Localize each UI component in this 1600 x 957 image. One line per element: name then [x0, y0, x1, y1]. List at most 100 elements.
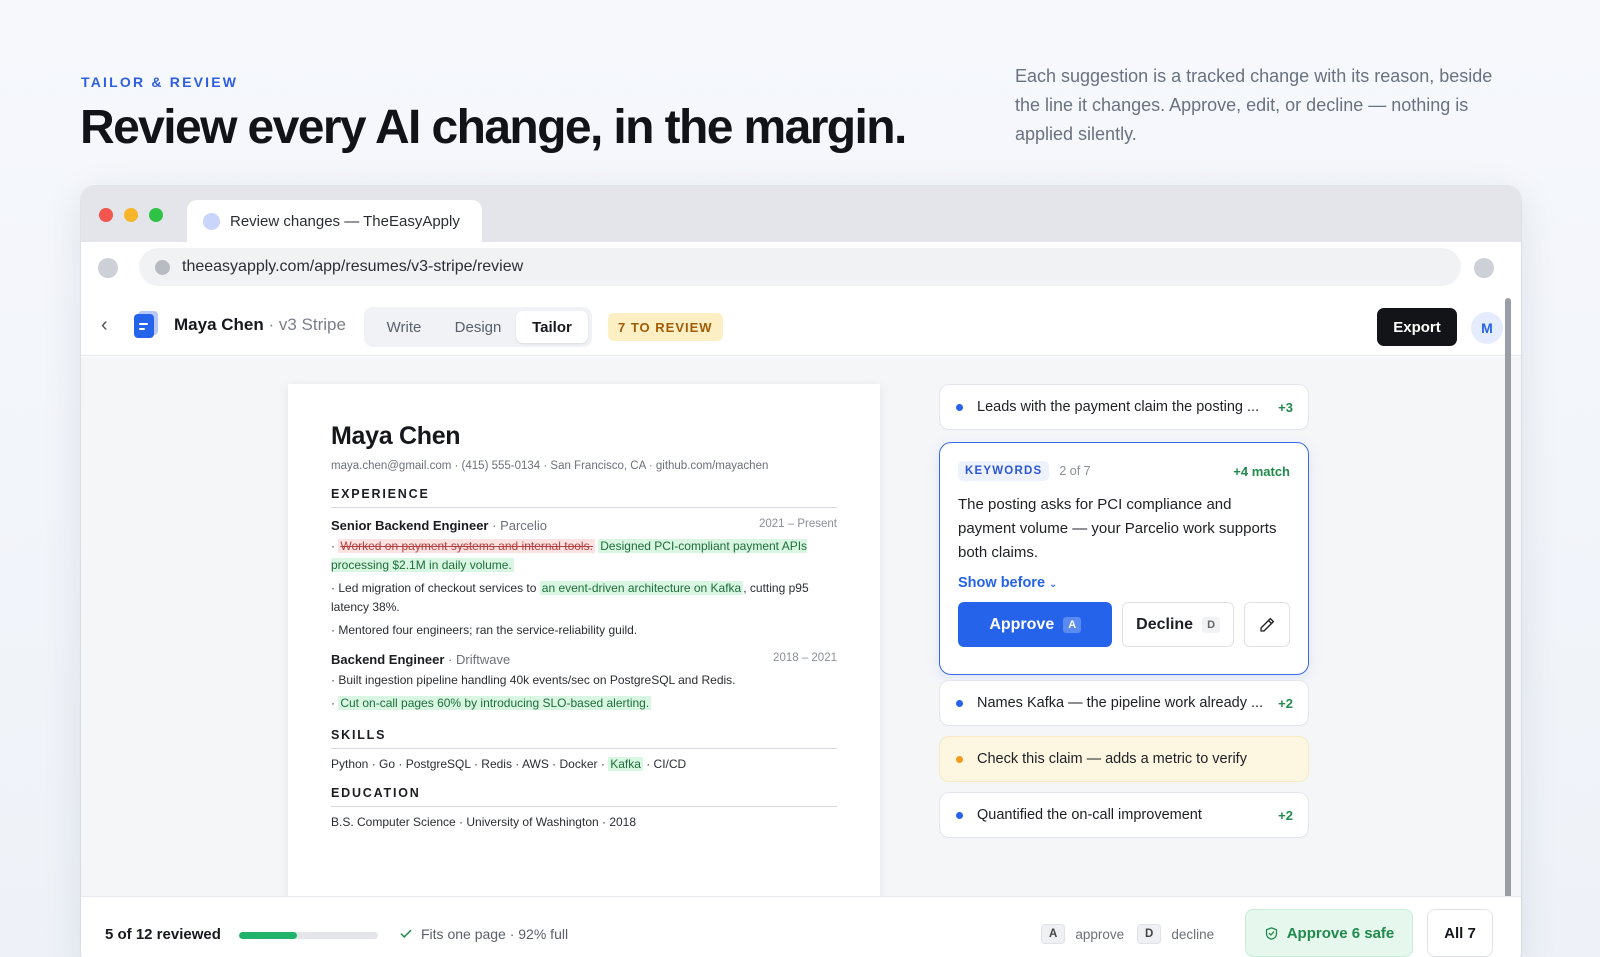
education-heading: EDUCATION	[331, 786, 837, 807]
skills-heading: SKILLS	[331, 728, 837, 749]
job-dates: 2018 – 2021	[773, 652, 837, 664]
browser-tab[interactable]: Review changes — TheEasyApply	[187, 200, 482, 242]
approve-safe-button[interactable]: Approve 6 safe	[1245, 909, 1413, 957]
approve-button[interactable]: Approve A	[958, 602, 1113, 647]
scrollbar[interactable]	[1505, 298, 1511, 946]
show-before-label: Show before	[958, 575, 1046, 591]
shortcut-key: A	[1041, 924, 1066, 944]
warning-dot	[956, 755, 963, 763]
minimize-window-icon[interactable]	[124, 208, 138, 222]
resume-bullet: · Led migration of checkout services to …	[331, 581, 809, 614]
export-button[interactable]: Export	[1377, 308, 1457, 346]
skills-text: · CI/CD	[642, 757, 687, 771]
suggestion-card[interactable]: Leads with the payment claim the posting…	[939, 384, 1309, 430]
avatar[interactable]: M	[1471, 312, 1503, 344]
suggestion-tag: KEYWORDS	[958, 461, 1050, 481]
added-text[interactable]: Cut on-call pages 60% by introducing SLO…	[338, 696, 652, 710]
suggestion-points: +2	[1278, 807, 1293, 823]
back-chevron-icon[interactable]: ‹	[101, 314, 108, 337]
approve-shortcut-hint: Aapprove	[1041, 924, 1124, 944]
document-name: Maya Chen · v3 Stripe	[174, 315, 346, 335]
mode-tabs: Write Design Tailor	[364, 307, 592, 347]
suggestion-card-warning[interactable]: Check this claim — adds a metric to veri…	[939, 736, 1309, 782]
resume-bullet: · Worked on payment systems and internal…	[331, 539, 808, 572]
bullet-text: Mentored four engineers; ran the service…	[338, 623, 638, 637]
all-suggestions-button[interactable]: All 7	[1427, 909, 1493, 957]
status-dot	[956, 811, 963, 819]
decline-label: Decline	[1136, 615, 1194, 633]
active-suggestion: KEYWORDS 2 of 7 +4 match The posting ask…	[939, 442, 1309, 675]
experience-heading: EXPERIENCE	[331, 487, 837, 508]
shortcut-key: D	[1137, 924, 1162, 944]
fit-status: Fits one page · 92% full	[399, 926, 568, 942]
status-dot	[956, 403, 963, 411]
url-text: theeasyapply.com/app/resumes/v3-stripe/r…	[182, 258, 524, 275]
review-progress	[239, 932, 378, 939]
resume-bullet: · Mentored four engineers; ran the servi…	[331, 623, 638, 637]
education-text: B.S. Computer Science · University of Wa…	[331, 815, 637, 829]
job-company: Parcelio	[500, 518, 548, 533]
suggestion-points: +2	[1278, 695, 1293, 711]
doc-version: · v3 Stripe	[263, 315, 346, 334]
tab-title: Review changes — TheEasyApply	[230, 212, 460, 230]
resume-name: Maya Chen	[331, 422, 461, 450]
resume-page: Maya Chen maya.chen@gmail.com · (415) 55…	[288, 384, 880, 924]
to-review-badge: 7 TO REVIEW	[608, 313, 723, 341]
hint-label: decline	[1171, 926, 1215, 942]
resume-contact: maya.chen@gmail.com · (415) 555-0134 · S…	[331, 460, 769, 472]
suggestion-text: Check this claim — adds a metric to veri…	[977, 751, 1247, 767]
added-text[interactable]: Kafka	[608, 757, 643, 771]
suggestion-reason: The posting asks for PCI compliance and …	[958, 496, 1277, 561]
review-progress-fill	[239, 932, 298, 939]
skills-list: Python · Go · PostgreSQL · Redis · AWS ·…	[331, 757, 837, 771]
check-icon	[400, 929, 412, 938]
status-dot	[956, 699, 963, 707]
reviewed-count: 5 of 12 reviewed	[105, 926, 221, 943]
suggestion-text: Names Kafka — the pipeline work already …	[977, 695, 1264, 711]
address-bar[interactable]: theeasyapply.com/app/resumes/v3-stripe/r…	[139, 248, 1461, 286]
resume-bullet: · Built ingestion pipeline handling 40k …	[331, 673, 736, 687]
job-company: Driftwave	[456, 652, 511, 667]
nav-circle-icon[interactable]	[98, 258, 118, 278]
doc-owner: Maya Chen	[174, 315, 264, 334]
suggestion-card[interactable]: Quantified the on-call improvement +2	[939, 792, 1309, 838]
suggestion-text: Leads with the payment claim the posting…	[977, 399, 1260, 415]
decline-shortcut-hint: Ddecline	[1137, 924, 1214, 944]
job-header: Backend Engineer · Driftwave 2018 – 2021	[331, 652, 837, 667]
menu-circle-icon[interactable]	[1474, 258, 1494, 278]
tab-write[interactable]: Write	[368, 311, 440, 343]
document-icon	[134, 314, 154, 338]
bullet-text: Led migration of checkout services to	[338, 581, 540, 595]
job-title: Senior Backend Engineer	[331, 518, 489, 533]
resume-bullet: · Cut on-call pages 60% by introducing S…	[331, 696, 652, 710]
browser-titlebar: Review changes — TheEasyApply	[81, 186, 1521, 242]
fit-status-text: Fits one page · 92% full	[421, 926, 569, 942]
approve-safe-label: Approve 6 safe	[1286, 924, 1395, 942]
chevron-down-icon: ⌄	[1049, 579, 1058, 590]
favicon-icon	[203, 212, 220, 230]
maximize-window-icon[interactable]	[149, 208, 163, 222]
headline: Review every AI change, in the margin.	[80, 101, 907, 154]
job-dates: 2021 – Present	[758, 518, 837, 530]
browser-window: Review changes — TheEasyApply theeasyapp…	[81, 186, 1521, 957]
suggestion-card[interactable]: Names Kafka — the pipeline work already …	[939, 680, 1309, 726]
added-text[interactable]: an event-driven architecture on Kafka	[539, 581, 744, 595]
deleted-text[interactable]: Worked on payment systems and internal t…	[338, 539, 595, 553]
tab-tailor[interactable]: Tailor	[516, 311, 588, 343]
show-before-link[interactable]: Show before ⌄	[958, 575, 1290, 591]
close-window-icon[interactable]	[99, 208, 113, 222]
bullet-text: Built ingestion pipeline handling 40k ev…	[338, 673, 736, 687]
site-info-icon[interactable]	[155, 259, 170, 275]
tab-design[interactable]: Design	[442, 311, 514, 343]
skills-text: Python · Go · PostgreSQL · Redis · AWS ·…	[331, 757, 609, 771]
pencil-icon	[1260, 617, 1274, 632]
suggestion-points: +3	[1278, 399, 1293, 415]
job-title: Backend Engineer	[331, 652, 445, 667]
decline-button[interactable]: Decline D	[1122, 602, 1234, 647]
shortcut-key: D	[1202, 616, 1221, 633]
suggestion-text: Quantified the on-call improvement	[977, 807, 1202, 823]
edit-button[interactable]	[1243, 602, 1290, 647]
match-score: +4 match	[1233, 463, 1290, 479]
eyebrow: TAILOR & REVIEW	[81, 74, 239, 90]
shield-check-icon	[1265, 926, 1277, 940]
